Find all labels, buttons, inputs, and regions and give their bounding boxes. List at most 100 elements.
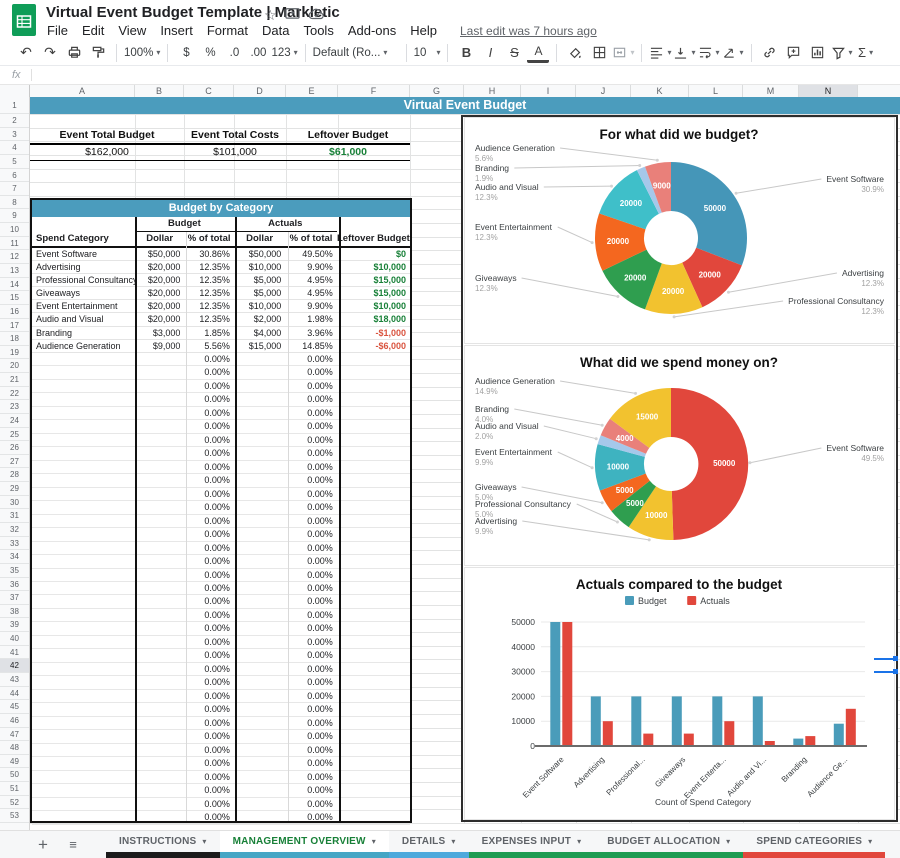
paint-format-button[interactable] [87, 42, 109, 64]
cell-budget-pct[interactable]: 12.35% [184, 287, 233, 299]
table-row[interactable]: Event Entertainment$20,00012.35%$10,0009… [32, 300, 410, 313]
row-header-18[interactable]: 18 [0, 332, 29, 346]
chart-card-3[interactable]: Actuals compared to the budgetBudgetActu… [464, 567, 895, 820]
cell-category[interactable]: Giveaways [32, 287, 135, 299]
table-row-empty[interactable]: 0.00%0.00% [32, 420, 410, 433]
cell-leftover[interactable]: $10,000 [337, 300, 410, 312]
all-sheets-button[interactable]: ≡ [58, 831, 88, 858]
table-row-empty[interactable]: 0.00%0.00% [32, 555, 410, 568]
cell-actual-pct[interactable]: 0.00% [285, 447, 336, 459]
table-row-empty[interactable]: 0.00%0.00% [32, 474, 410, 487]
bold-button[interactable]: B [455, 42, 477, 64]
text-color-button[interactable]: A [527, 43, 549, 63]
chart-card-2[interactable]: What did we spend money on?50000Event So… [464, 345, 895, 566]
cell-actual-dollar[interactable]: $5,000 [234, 274, 285, 286]
bar-actuals-3[interactable] [684, 734, 694, 746]
table-row[interactable]: Branding$3,0001.85%$4,0003.96%-$1,000 [32, 327, 410, 340]
row-header-19[interactable]: 19 [0, 346, 29, 360]
sheets-logo-icon[interactable] [11, 3, 37, 42]
cell-budget-pct[interactable]: 0.00% [184, 730, 234, 742]
row-header-1[interactable]: 1 [0, 97, 29, 114]
row-header-37[interactable]: 37 [0, 591, 29, 605]
cell-budget-pct[interactable]: 12.35% [184, 274, 233, 286]
menu-data[interactable]: Data [255, 21, 296, 40]
table-row-empty[interactable]: 0.00%0.00% [32, 649, 410, 662]
table-row[interactable]: Giveaways$20,00012.35%$5,0004.95%$15,000 [32, 287, 410, 300]
cell-actual-pct[interactable]: 0.00% [285, 811, 336, 823]
row-header-30[interactable]: 30 [0, 496, 29, 510]
cell-budget-dollar[interactable]: $50,000 [135, 248, 184, 260]
table-row-empty[interactable]: 0.00%0.00% [32, 542, 410, 555]
cell-actual-pct[interactable]: 0.00% [285, 474, 336, 486]
cell-budget-pct[interactable]: 0.00% [184, 528, 234, 540]
bar-actuals-2[interactable] [643, 734, 653, 746]
table-row-empty[interactable]: 0.00%0.00% [32, 676, 410, 689]
cell-actual-pct[interactable]: 0.00% [285, 420, 336, 432]
row-header-38[interactable]: 38 [0, 605, 29, 619]
cell-actual-pct[interactable]: 0.00% [285, 771, 336, 783]
print-button[interactable] [63, 42, 85, 64]
cell-leftover[interactable]: $15,000 [337, 274, 410, 286]
cell-actual-pct[interactable]: 0.00% [285, 407, 336, 419]
cell-actual-pct[interactable]: 0.00% [285, 690, 336, 702]
cell-budget-pct[interactable]: 0.00% [184, 649, 234, 661]
cell-actual-pct[interactable]: 0.00% [285, 798, 336, 810]
cell-budget-pct[interactable]: 0.00% [184, 595, 234, 607]
undo-button[interactable]: ↶ [15, 42, 37, 64]
row-header-15[interactable]: 15 [0, 291, 29, 305]
row-header-40[interactable]: 40 [0, 632, 29, 646]
table-row-empty[interactable]: 0.00%0.00% [32, 393, 410, 406]
text-wrap-button[interactable]: ▾ [698, 42, 720, 64]
menu-tools[interactable]: Tools [296, 21, 340, 40]
row-header-12[interactable]: 12 [0, 250, 29, 264]
cell-leftover[interactable]: $10,000 [337, 261, 410, 273]
table-row-empty[interactable]: 0.00%0.00% [32, 730, 410, 743]
table-row-empty[interactable]: 0.00%0.00% [32, 407, 410, 420]
cell-budget-pct[interactable]: 0.00% [184, 447, 234, 459]
cell-actual-pct[interactable]: 0.00% [285, 569, 336, 581]
font-select[interactable]: Default (Ro...▾ [313, 42, 399, 64]
cell-budget-pct[interactable]: 0.00% [184, 811, 234, 823]
chart-card-1[interactable]: For what did we budget?50000Event Softwa… [464, 117, 895, 344]
cell-budget-pct[interactable]: 1.85% [184, 327, 233, 339]
row-header-47[interactable]: 47 [0, 728, 29, 742]
cell-actual-dollar[interactable]: $4,000 [234, 327, 285, 339]
bar-actuals-0[interactable] [562, 622, 572, 746]
bar-budget-3[interactable] [672, 696, 682, 746]
table-row-empty[interactable]: 0.00%0.00% [32, 784, 410, 797]
bar-budget-4[interactable] [712, 696, 722, 746]
cell-budget-pct[interactable]: 0.00% [184, 542, 234, 554]
row-header-27[interactable]: 27 [0, 455, 29, 469]
table-row[interactable]: Audio and Visual$20,00012.35%$2,0001.98%… [32, 313, 410, 326]
redo-button[interactable]: ↷ [39, 42, 61, 64]
sheet-tab-budget-allocation[interactable]: BUDGET ALLOCATION▾ [594, 831, 743, 858]
row-header-14[interactable]: 14 [0, 278, 29, 292]
cell-budget-dollar[interactable]: $20,000 [135, 274, 184, 286]
cell-budget-pct[interactable]: 0.00% [184, 501, 234, 513]
sheet-tab-management-overview[interactable]: MANAGEMENT OVERVIEW▾ [220, 831, 389, 858]
bar-actuals-6[interactable] [805, 736, 815, 746]
cell-budget-pct[interactable]: 0.00% [184, 703, 234, 715]
row-header-39[interactable]: 39 [0, 618, 29, 632]
cell-budget-pct[interactable]: 0.00% [184, 663, 234, 675]
table-row-empty[interactable]: 0.00%0.00% [32, 582, 410, 595]
row-header-51[interactable]: 51 [0, 782, 29, 796]
table-row-empty[interactable]: 0.00%0.00% [32, 501, 410, 514]
table-row[interactable]: Event Software$50,00030.86%$50,00049.50%… [32, 248, 410, 261]
cell-actual-pct[interactable]: 1.98% [285, 313, 336, 325]
bar-budget-7[interactable] [834, 724, 844, 746]
cell-actual-pct[interactable]: 0.00% [285, 434, 336, 446]
cell-budget-pct[interactable]: 0.00% [184, 366, 234, 378]
cell-budget-pct[interactable]: 0.00% [184, 717, 234, 729]
cell-actual-pct[interactable]: 0.00% [285, 784, 336, 796]
cell-budget-pct[interactable]: 0.00% [184, 434, 234, 446]
cell-actual-pct[interactable]: 14.85% [285, 340, 336, 352]
cell-budget-pct[interactable]: 0.00% [184, 582, 234, 594]
row-header-49[interactable]: 49 [0, 755, 29, 769]
row-header-50[interactable]: 50 [0, 768, 29, 782]
cell-budget-dollar[interactable]: $20,000 [135, 300, 184, 312]
fill-color-button[interactable] [564, 42, 586, 64]
table-row-empty[interactable]: 0.00%0.00% [32, 663, 410, 676]
cell-actual-pct[interactable]: 0.00% [285, 380, 336, 392]
row-header-48[interactable]: 48 [0, 741, 29, 755]
